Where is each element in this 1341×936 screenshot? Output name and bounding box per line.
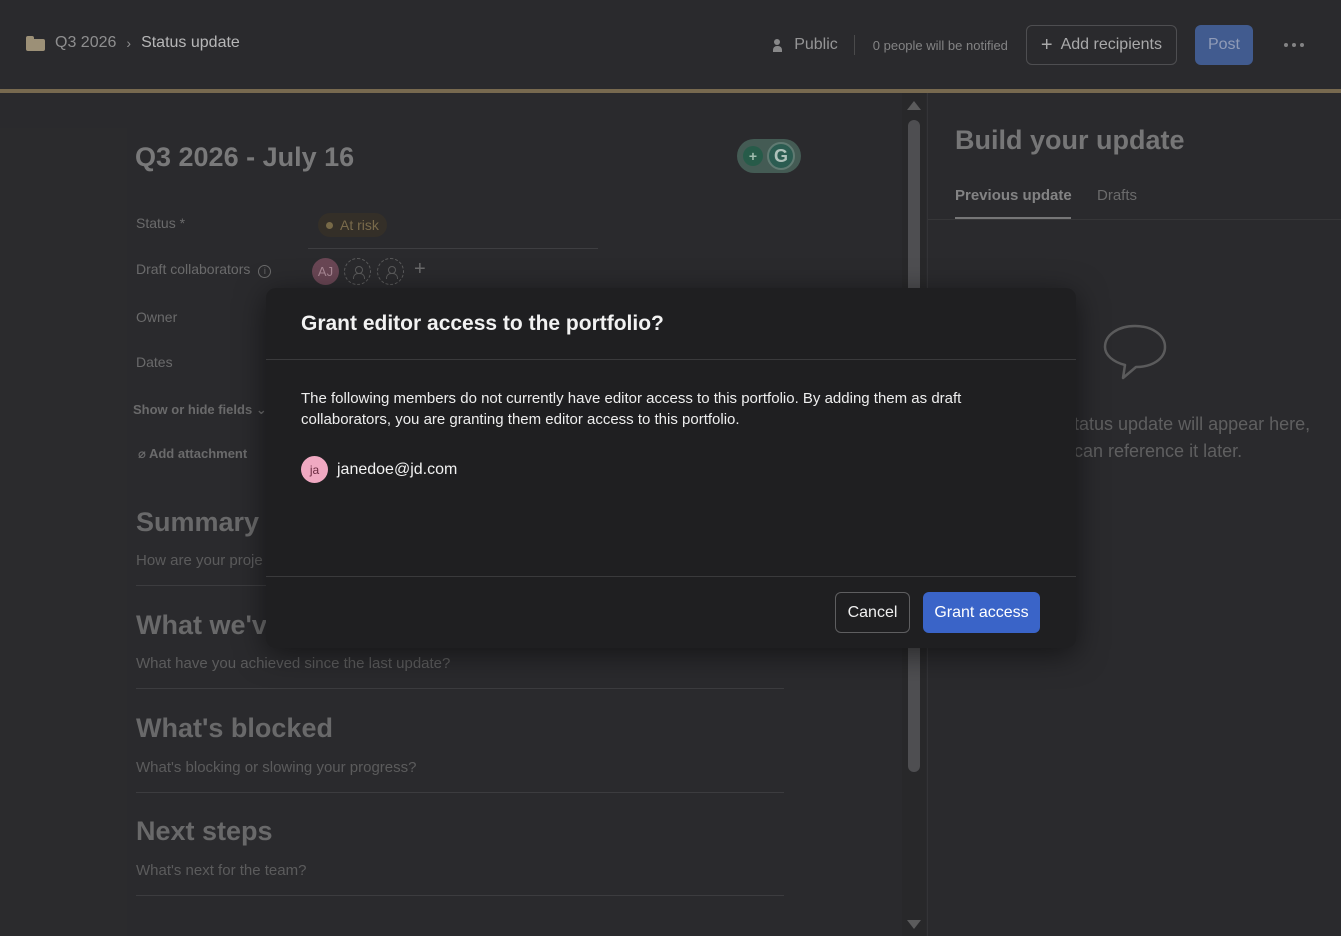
- dialog-body-text: The following members do not currently h…: [301, 390, 962, 428]
- cancel-button[interactable]: Cancel: [835, 592, 910, 633]
- grant-access-button[interactable]: Grant access: [923, 592, 1040, 633]
- grant-access-dialog: Grant editor access to the portfolio? Th…: [266, 288, 1076, 648]
- avatar: ja: [301, 456, 328, 483]
- member-list-item: ja janedoe@jd.com: [301, 456, 457, 483]
- dialog-title: Grant editor access to the portfolio?: [301, 312, 664, 335]
- dialog-divider: [266, 359, 1076, 360]
- member-email: janedoe@jd.com: [337, 460, 458, 478]
- dialog-footer-divider: [266, 576, 1076, 577]
